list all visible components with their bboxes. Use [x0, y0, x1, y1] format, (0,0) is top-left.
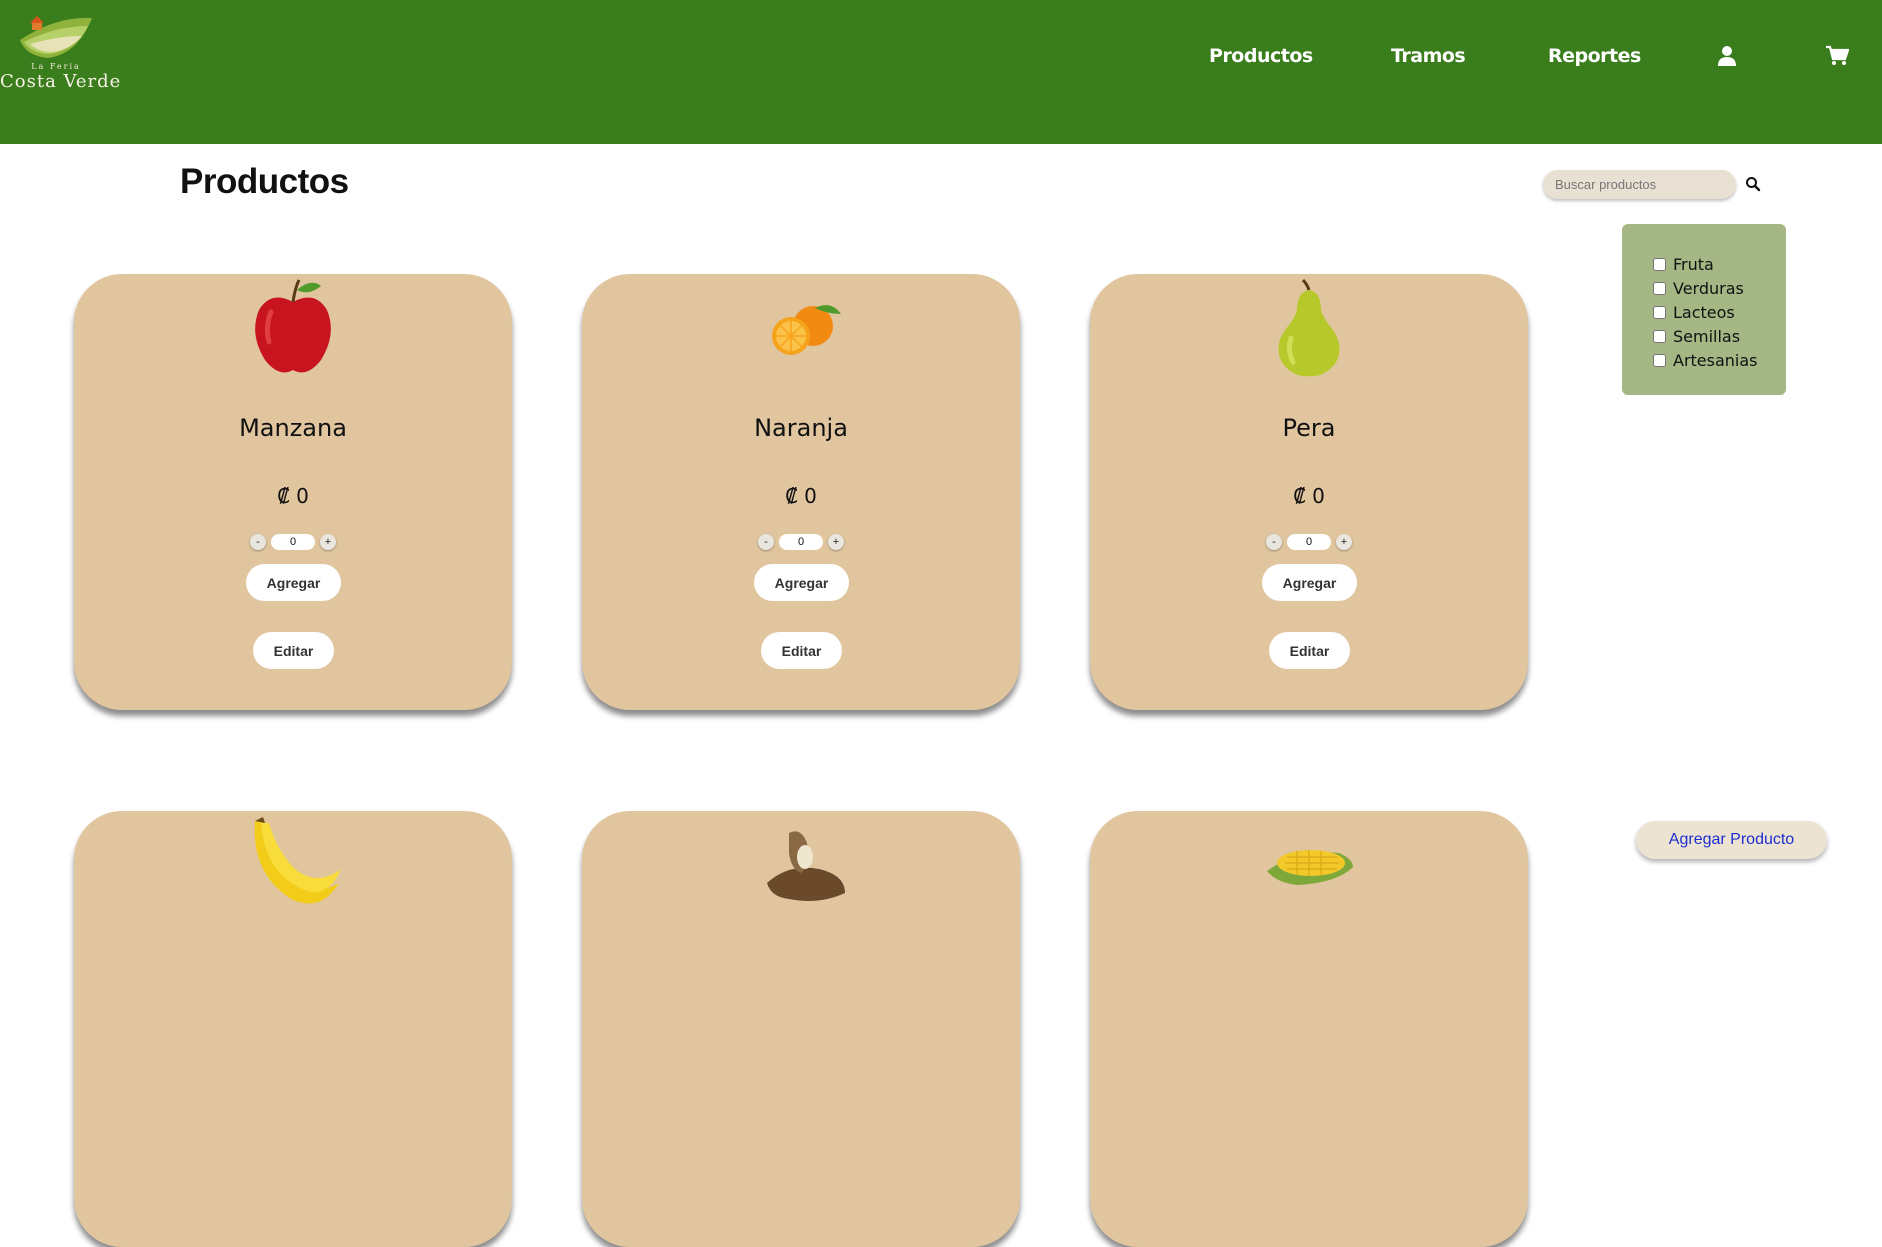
product-card [1090, 811, 1528, 1247]
corn-icon [1090, 815, 1528, 915]
product-card: Manzana ₡ 0 - + Agregar Editar [74, 274, 512, 710]
filter-checkbox[interactable] [1653, 329, 1666, 343]
product-card [582, 811, 1020, 1247]
increase-button[interactable]: + [828, 534, 844, 550]
filter-artesanias[interactable]: Artesanias [1653, 348, 1786, 372]
search-icon[interactable] [1744, 175, 1762, 193]
increase-button[interactable]: + [1336, 534, 1352, 550]
product-price: ₡ 0 [1293, 484, 1325, 508]
filter-label: Fruta [1673, 254, 1714, 274]
product-card: Naranja ₡ 0 - + Agregar Editar [582, 274, 1020, 710]
product-price: ₡ 0 [785, 484, 817, 508]
filter-verduras[interactable]: Verduras [1653, 276, 1786, 300]
product-name: Manzana [239, 414, 347, 442]
quantity-stepper: - + [582, 534, 1020, 550]
quantity-input[interactable] [779, 534, 823, 550]
filter-lacteos[interactable]: Lacteos [1653, 300, 1786, 324]
filter-label: Artesanias [1673, 350, 1758, 370]
edit-button[interactable]: Editar [1269, 632, 1350, 669]
decrease-button[interactable]: - [1266, 534, 1282, 550]
increase-button[interactable]: + [320, 534, 336, 550]
user-icon[interactable] [1716, 45, 1738, 67]
add-to-cart-button[interactable]: Agregar [754, 564, 849, 601]
filter-checkbox[interactable] [1653, 305, 1666, 319]
logo[interactable]: La Feria Costa Verde [0, 14, 122, 94]
pear-icon [1090, 278, 1528, 378]
banana-icon [74, 815, 512, 915]
add-product-button[interactable]: Agregar Producto [1636, 821, 1827, 859]
search-input[interactable] [1543, 170, 1736, 199]
add-to-cart-button[interactable]: Agregar [246, 564, 341, 601]
nav-tramos[interactable]: Tramos [1391, 45, 1466, 67]
filter-checkbox[interactable] [1653, 353, 1666, 367]
top-header: La Feria Costa Verde Productos Tramos Re… [0, 0, 1882, 144]
logo-tagline: La Feria [31, 62, 81, 71]
filter-label: Semillas [1673, 326, 1741, 346]
decrease-button[interactable]: - [758, 534, 774, 550]
orange-icon [582, 278, 1020, 378]
nav-productos[interactable]: Productos [1209, 45, 1313, 67]
filter-fruta[interactable]: Fruta [1653, 252, 1786, 276]
quantity-input[interactable] [1287, 534, 1331, 550]
nav-reportes[interactable]: Reportes [1548, 45, 1641, 67]
cart-icon[interactable] [1825, 45, 1850, 67]
product-card [74, 811, 512, 1247]
apple-icon [74, 278, 512, 378]
yuca-icon [582, 815, 1020, 915]
category-filter-panel: Fruta Verduras Lacteos Semillas Artesani… [1622, 224, 1786, 395]
edit-button[interactable]: Editar [761, 632, 842, 669]
product-name: Naranja [754, 414, 848, 442]
filter-checkbox[interactable] [1653, 281, 1666, 295]
filter-label: Verduras [1673, 278, 1744, 298]
page-title: Productos [180, 162, 349, 201]
leaves-logo-icon [20, 16, 92, 58]
product-price: ₡ 0 [277, 484, 309, 508]
quantity-input[interactable] [271, 534, 315, 550]
quantity-stepper: - + [74, 534, 512, 550]
product-name: Pera [1282, 414, 1336, 442]
filter-semillas[interactable]: Semillas [1653, 324, 1786, 348]
product-card: Pera ₡ 0 - + Agregar Editar [1090, 274, 1528, 710]
edit-button[interactable]: Editar [253, 632, 334, 669]
filter-checkbox[interactable] [1653, 257, 1666, 271]
logo-name: Costa Verde [0, 71, 122, 92]
add-to-cart-button[interactable]: Agregar [1262, 564, 1357, 601]
decrease-button[interactable]: - [250, 534, 266, 550]
quantity-stepper: - + [1090, 534, 1528, 550]
filter-label: Lacteos [1673, 302, 1735, 322]
